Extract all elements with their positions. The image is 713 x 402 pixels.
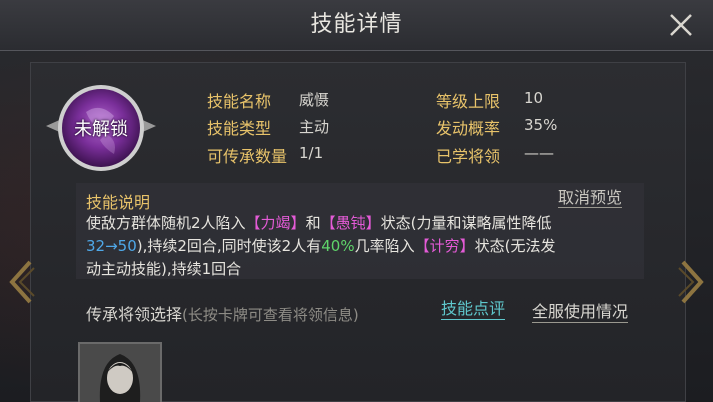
inherit-count-label: 可传承数量 xyxy=(207,147,288,166)
learned-generals-value: —— xyxy=(524,144,554,162)
skill-name-label: 技能名称 xyxy=(207,92,272,111)
cancel-preview-button[interactable]: 取消预览 xyxy=(558,189,623,208)
skill-locked-label: 未解锁 xyxy=(74,119,128,140)
learned-generals-label: 已学将领 xyxy=(436,147,501,166)
desc-text: 几率陷入 xyxy=(354,237,415,255)
general-portrait xyxy=(80,344,160,402)
skill-review-button[interactable]: 技能点评 xyxy=(441,299,506,320)
level-cap-label: 等级上限 xyxy=(436,92,501,111)
dialog-header: 技能详情 xyxy=(0,0,713,51)
desc-text: 和 xyxy=(305,214,321,232)
previous-skill-button[interactable] xyxy=(4,258,38,306)
chevron-right-icon xyxy=(678,260,704,304)
desc-text: 状态(力量和谋略属性降低 xyxy=(380,214,552,232)
status-keyword: 【愚钝】 xyxy=(320,214,381,232)
chevron-left-icon xyxy=(9,260,35,304)
trigger-rate-label: 发动概率 xyxy=(436,119,501,138)
description-line-2: 32→50),持续2回合,同时使该2人有40%几率陷入【计穷】状态(无法发 xyxy=(86,235,555,256)
desc-text: 动主动技能),持续1回合 xyxy=(86,260,242,278)
close-icon xyxy=(670,14,692,36)
description-title: 技能说明 xyxy=(86,193,151,212)
level-cap-value: 10 xyxy=(524,89,544,107)
desc-text: 使敌方群体随机2人陷入 xyxy=(86,214,246,232)
inherit-hint: (长按卡牌可查看将领信息) xyxy=(182,306,359,324)
inherit-count-value: 1/1 xyxy=(299,144,324,162)
description-line-3: 动主动技能),持续1回合 xyxy=(86,258,241,279)
server-usage-button[interactable]: 全服使用情况 xyxy=(532,302,629,323)
trigger-rate-value: 35% xyxy=(524,116,558,134)
value-range: 32→50 xyxy=(86,237,137,255)
general-card[interactable] xyxy=(78,342,162,402)
skill-type-value: 主动 xyxy=(299,118,330,136)
desc-text: ),持续2回合,同时使该2人有 xyxy=(136,237,322,255)
status-keyword: 【力竭】 xyxy=(245,214,306,232)
inherit-title: 传承将领选择 xyxy=(86,305,183,324)
dialog-title: 技能详情 xyxy=(310,12,403,37)
chance-value: 40% xyxy=(321,237,355,255)
next-skill-button[interactable] xyxy=(675,258,709,306)
close-button[interactable] xyxy=(667,11,695,39)
skill-icon: 未解锁 xyxy=(42,82,160,178)
inherit-section-title: 传承将领选择(长按卡牌可查看将领信息) xyxy=(86,301,359,325)
desc-text: 状态(无法发 xyxy=(474,237,556,255)
skill-type-label: 技能类型 xyxy=(207,119,272,138)
description-line-1: 使敌方群体随机2人陷入【力竭】和【愚钝】状态(力量和谋略属性降低 xyxy=(86,212,551,233)
skill-name-value: 威慑 xyxy=(299,91,330,109)
status-keyword: 【计穷】 xyxy=(414,237,475,255)
